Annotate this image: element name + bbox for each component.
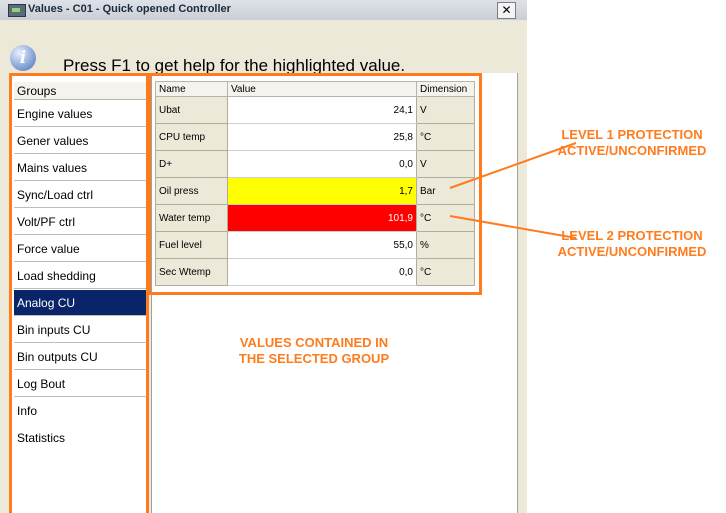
level2-annotation: LEVEL 2 PROTECTION ACTIVE/UNCONFIRMED: [538, 228, 726, 260]
level2-annotation-line1: LEVEL 2 PROTECTION: [561, 228, 703, 243]
level2-annotation-line2: ACTIVE/UNCONFIRMED: [557, 244, 707, 259]
group-annotation: VALUES CONTAINED IN THE SELECTED GROUP: [214, 335, 414, 367]
level1-annotation: LEVEL 1 PROTECTION ACTIVE/UNCONFIRMED: [538, 127, 726, 159]
level1-annotation-line2: ACTIVE/UNCONFIRMED: [557, 143, 707, 158]
group-annotation-line2: THE SELECTED GROUP: [238, 351, 390, 366]
group-annotation-line1: VALUES CONTAINED IN: [239, 335, 389, 350]
level1-annotation-line1: LEVEL 1 PROTECTION: [561, 127, 703, 142]
